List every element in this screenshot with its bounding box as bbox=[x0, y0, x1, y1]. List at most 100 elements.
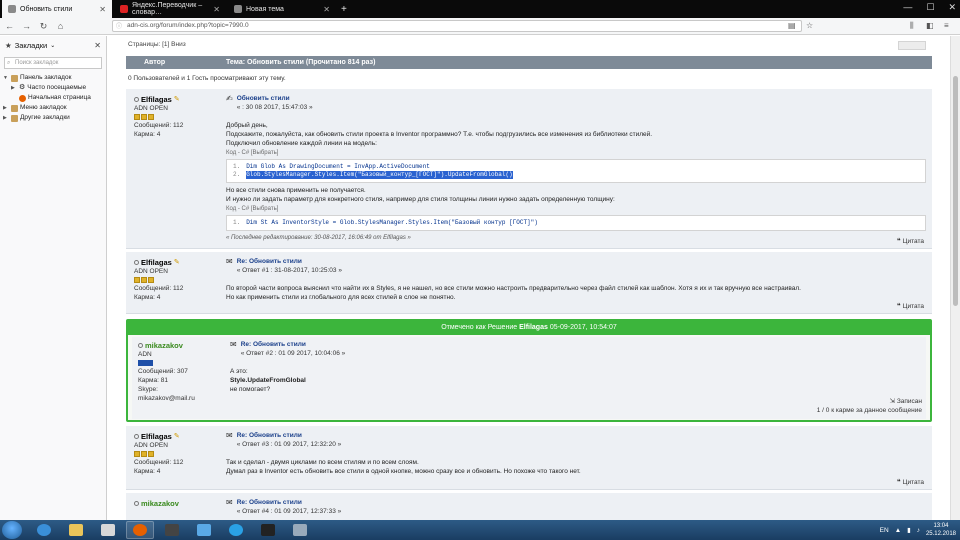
new-tab-button[interactable]: + bbox=[338, 0, 352, 18]
network-app-icon[interactable] bbox=[190, 521, 218, 539]
forum-post: mikazakov ✉ Re: Обновить стили « Ответ #… bbox=[126, 493, 932, 520]
reload-icon[interactable]: ↻ bbox=[38, 21, 49, 32]
quote-button[interactable]: ❝ Цитата bbox=[897, 302, 924, 311]
close-sidebar-icon[interactable]: ✕ bbox=[94, 41, 101, 50]
sidebar-item-most-visited[interactable]: ▶ ⚙ Часто посещаемые bbox=[3, 83, 106, 93]
skype-icon[interactable] bbox=[222, 521, 250, 539]
reader-view-icon[interactable]: ▤ bbox=[788, 21, 796, 30]
saved-marker: ⇲ Записан bbox=[817, 397, 922, 406]
ie-icon[interactable] bbox=[30, 521, 58, 539]
author-name[interactable]: Elfilagas ✎ bbox=[134, 258, 220, 267]
start-button[interactable] bbox=[2, 521, 22, 539]
folder-icon bbox=[11, 104, 18, 112]
scrollbar-thumb[interactable] bbox=[953, 76, 958, 306]
author-link[interactable]: mikazakov bbox=[145, 341, 183, 350]
quote-button[interactable]: ❝ Цитата bbox=[897, 237, 924, 246]
sidebar-item-start-page[interactable]: Начальная страница bbox=[3, 93, 106, 103]
sidebar-header[interactable]: ★ Закладки ⌄ ✕ bbox=[0, 36, 106, 54]
sidebar-item-label: Другие закладки bbox=[20, 114, 70, 121]
page-action-buttons[interactable] bbox=[898, 41, 926, 50]
yandex-favicon-icon bbox=[120, 5, 128, 13]
post-meta: « Ответ #2 : 01 09 2017, 10:04:06 » bbox=[240, 350, 346, 357]
quote-button[interactable]: ❝ Цитата bbox=[897, 478, 924, 487]
sidebar-toggle-icon[interactable]: ◧ bbox=[926, 21, 934, 30]
menu-icon[interactable]: ≡ bbox=[944, 21, 949, 30]
forward-arrow-icon[interactable]: → bbox=[21, 21, 32, 32]
tab-translate[interactable]: Яндекс.Переводчик – словар… ✕ bbox=[114, 0, 226, 18]
tray-arrow-icon[interactable]: ▲ bbox=[895, 527, 901, 534]
author-link[interactable]: Elfilagas bbox=[141, 258, 172, 267]
author-group: ADN bbox=[138, 351, 152, 358]
volume-icon[interactable]: ♪ bbox=[917, 527, 920, 534]
author-karma: Карма: 4 bbox=[134, 468, 161, 475]
tab-active[interactable]: Обновить стили ✕ bbox=[2, 0, 112, 18]
tab-new-topic[interactable]: Новая тема ✕ bbox=[228, 0, 336, 18]
author-link[interactable]: Elfilagas bbox=[141, 432, 172, 441]
sidebar-item-label: Панель закладок bbox=[20, 74, 72, 81]
forum-favicon-icon bbox=[8, 5, 16, 13]
media-player-icon[interactable] bbox=[94, 521, 122, 539]
post-text: Добрый день, Подскажите, пожалуйста, как… bbox=[226, 121, 926, 243]
back-arrow-icon[interactable]: ← bbox=[4, 21, 15, 32]
code-label[interactable]: Код - C# [Выбрать] bbox=[226, 205, 926, 214]
firefox-taskbar-icon[interactable] bbox=[126, 521, 154, 539]
post-line: Но как применить стили из глобального дл… bbox=[226, 294, 456, 301]
post-title-link[interactable]: Re: Обновить стили bbox=[237, 257, 342, 266]
minimize-button[interactable]: — bbox=[903, 2, 912, 13]
expand-arrow-icon[interactable]: ▶ bbox=[3, 113, 9, 123]
search-icon: ⌕ bbox=[7, 60, 11, 66]
author-link[interactable]: Elfilagas bbox=[141, 95, 172, 104]
home-icon[interactable]: ⌂ bbox=[55, 21, 66, 32]
reply-icon: ✉ bbox=[226, 431, 233, 440]
bookmark-star-icon[interactable]: ☆ bbox=[806, 21, 813, 30]
expand-arrow-icon[interactable]: ▶ bbox=[11, 83, 17, 93]
clock[interactable]: 13:04 25.12.2018 bbox=[926, 522, 956, 538]
saved-icon: ⇲ bbox=[889, 398, 896, 405]
post-title-link[interactable]: Re: Обновить стили bbox=[237, 431, 342, 440]
post-body: ✉ Re: Обновить стили « Ответ #4 : 01 09 … bbox=[226, 498, 926, 516]
reply-icon: ✉ bbox=[230, 340, 237, 349]
collapse-arrow-icon[interactable]: ▼ bbox=[3, 73, 9, 83]
bookmark-search-input[interactable]: ⌕ Поиск закладок bbox=[4, 57, 102, 69]
app-taskbar-icon[interactable] bbox=[158, 521, 186, 539]
sidebar-item-other[interactable]: ▶ Другие закладки bbox=[3, 113, 106, 123]
solution-marked-by[interactable]: Elfilagas bbox=[519, 324, 548, 331]
code-label[interactable]: Код - C# [Выбрать] bbox=[226, 149, 926, 158]
author-name[interactable]: Elfilagas ✎ bbox=[134, 432, 220, 441]
page-scrollbar[interactable] bbox=[950, 36, 960, 520]
paint-icon[interactable] bbox=[286, 521, 314, 539]
maximize-button[interactable]: ☐ bbox=[926, 2, 934, 13]
close-tab-icon[interactable]: ✕ bbox=[213, 5, 220, 14]
post-author: Elfilagas ✎ ADN OPEN Сообщений: 112 Карм… bbox=[134, 95, 220, 139]
post-title-link[interactable]: Обновить стили bbox=[237, 94, 313, 103]
author-group: ADN OPEN bbox=[134, 442, 168, 449]
sidebar-item-toolbar[interactable]: ▼ Панель закладок bbox=[3, 73, 106, 83]
code-block[interactable]: 1. Dim Glob As DrawingDocument = InvApp.A… bbox=[226, 159, 926, 183]
autodesk-icon[interactable] bbox=[254, 521, 282, 539]
library-icon[interactable]: ⫼ bbox=[910, 21, 914, 31]
reply-icon: ✉ bbox=[226, 498, 233, 507]
info-icon[interactable]: ⓘ bbox=[116, 22, 122, 32]
post-title-link[interactable]: Re: Обновить стили bbox=[237, 498, 342, 507]
network-icon[interactable]: ▮ bbox=[907, 526, 911, 534]
pagination[interactable]: Страницы: [1] Вниз bbox=[128, 41, 926, 50]
address-bar[interactable]: ⓘ adn-cis.org/forum/index.php?topic=7990… bbox=[112, 20, 802, 32]
post-title-link[interactable]: Re: Обновить стили bbox=[241, 340, 346, 349]
author-column-header: Автор bbox=[144, 59, 166, 66]
close-tab-icon[interactable]: ✕ bbox=[99, 5, 106, 14]
close-window-button[interactable]: ✕ bbox=[948, 2, 956, 13]
language-indicator[interactable]: EN bbox=[880, 527, 889, 534]
author-name[interactable]: mikazakov bbox=[138, 341, 224, 350]
author-link[interactable]: mikazakov bbox=[141, 499, 179, 508]
skype-contact[interactable]: mikazakov@mail.ru bbox=[138, 394, 224, 403]
code-block[interactable]: 1. Dim St As InventorStyle = Glob.StylesM… bbox=[226, 215, 926, 231]
sidebar-item-menu[interactable]: ▶ Меню закладок bbox=[3, 103, 106, 113]
expand-arrow-icon[interactable]: ▶ bbox=[3, 103, 9, 113]
author-name[interactable]: mikazakov bbox=[134, 499, 220, 508]
close-tab-icon[interactable]: ✕ bbox=[323, 5, 330, 14]
folder-icon bbox=[11, 114, 18, 122]
author-name[interactable]: Elfilagas ✎ bbox=[134, 95, 220, 104]
explorer-folder-icon[interactable] bbox=[62, 521, 90, 539]
post-line: И нужно ли задать параметр для конкретно… bbox=[226, 196, 615, 203]
bookmark-tree: ▼ Панель закладок ▶ ⚙ Часто посещаемые Н… bbox=[0, 73, 106, 123]
